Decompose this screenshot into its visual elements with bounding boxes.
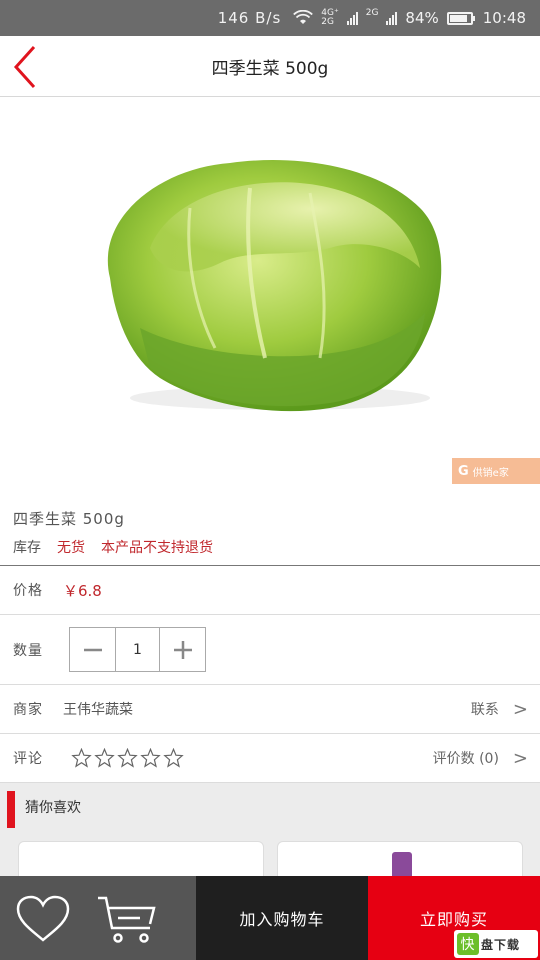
contact-label: 联系	[470, 702, 499, 718]
battery-percent: 84%	[405, 9, 439, 27]
battery-icon	[446, 11, 475, 25]
nav-bar: 四季生菜 500g	[0, 36, 540, 97]
star-icon	[140, 748, 161, 768]
minus-icon	[83, 648, 102, 651]
product-image[interactable]: G 供销e家	[0, 98, 540, 490]
status-bar: 146 B/s 4G⁺ 2G 2G 84% 10:48	[0, 0, 540, 36]
price-row: 价格 ￥6.8	[0, 566, 540, 615]
shop-name: 王伟华蔬菜	[63, 702, 133, 718]
price-label: 价格	[13, 583, 43, 599]
watermark-logo: G 供销e家	[452, 458, 540, 484]
signal-icon-2	[386, 11, 398, 25]
decrease-button[interactable]	[70, 628, 115, 671]
review-label: 评论	[13, 751, 43, 767]
bottom-action-bar: 加入购物车 立即购买 快 盘下载	[0, 876, 540, 960]
plus-icon	[173, 640, 192, 659]
signal-icon	[346, 11, 358, 25]
quantity-row: 数量 1	[0, 615, 540, 685]
review-row: 评论 评价数 (0) >	[0, 734, 540, 783]
badge-icon: 快	[457, 933, 479, 955]
network-type-2: 2G	[365, 8, 379, 18]
star-icon	[71, 748, 92, 768]
recommendations-title: 猜你喜欢	[25, 800, 81, 816]
review-count: 评价数 (0)	[432, 751, 499, 767]
product-info: 四季生菜 500g 库存 无货 本产品不支持退货	[0, 498, 540, 566]
recommendation-card[interactable]	[277, 841, 523, 881]
recommendations-section: 猜你喜欢	[0, 783, 540, 881]
increase-button[interactable]	[160, 628, 205, 671]
page-title: 四季生菜 500g	[211, 59, 329, 79]
return-policy: 本产品不支持退货	[101, 540, 213, 556]
favorite-button[interactable]	[14, 894, 72, 944]
download-badge: 快 盘下载	[454, 930, 538, 958]
network-type: 4G⁺ 2G	[321, 8, 339, 27]
cart-button[interactable]	[96, 892, 160, 946]
section-marker	[7, 791, 15, 828]
product-name: 四季生菜 500g	[13, 510, 125, 528]
quantity-stepper: 1	[69, 627, 206, 672]
buy-now-button[interactable]: 立即购买 快 盘下载	[368, 876, 540, 960]
rating-stars	[71, 748, 184, 768]
star-icon	[94, 748, 115, 768]
price-value: ￥6.8	[63, 581, 102, 600]
quantity-label: 数量	[13, 642, 43, 659]
buy-now-label: 立即购买	[419, 910, 488, 929]
lettuce-image	[107, 160, 442, 412]
shop-row: 商家 王伟华蔬菜 联系 >	[0, 685, 540, 734]
clock: 10:48	[482, 9, 526, 27]
star-icon	[117, 748, 138, 768]
network-speed: 146 B/s	[217, 9, 282, 27]
recommendation-card[interactable]	[18, 841, 264, 881]
quantity-value[interactable]: 1	[115, 628, 160, 671]
contact-button[interactable]: 联系 >	[471, 699, 528, 720]
heart-icon	[16, 895, 70, 942]
watermark-g-icon: G	[458, 463, 469, 479]
product-thumbnail	[392, 852, 412, 878]
stock-label: 库存	[13, 540, 41, 556]
chevron-right-icon: >	[512, 747, 528, 769]
badge-text: 盘下载	[481, 937, 521, 952]
stock-row: 库存 无货 本产品不支持退货	[13, 537, 540, 557]
cart-icon	[98, 896, 156, 943]
star-icon	[163, 748, 184, 768]
bottom-icons	[0, 876, 196, 960]
chevron-right-icon: >	[512, 698, 528, 720]
shop-label: 商家	[13, 702, 43, 718]
add-to-cart-button[interactable]: 加入购物车	[196, 876, 368, 960]
wifi-icon	[293, 10, 314, 24]
review-count-button[interactable]: 评价数 (0) >	[433, 748, 528, 769]
stock-status: 无货	[57, 540, 85, 556]
